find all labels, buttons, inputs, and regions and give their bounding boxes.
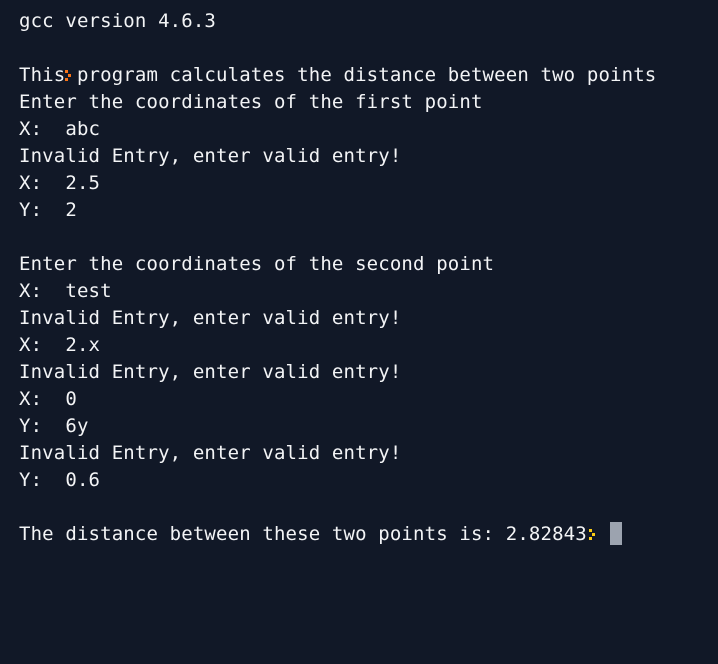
terminal-window[interactable]: gcc version 4.6.3 This program calculate… [0,0,718,606]
output-line: Y: 2 [19,199,77,221]
output-line: X: 2.x [19,334,101,356]
output-line: Invalid Entry, enter valid entry! [19,307,402,329]
text-cursor[interactable] [609,521,622,545]
result-line: The distance between these two points is… [19,521,718,548]
output-line: X: 0 [19,388,77,410]
output-line: Invalid Entry, enter valid entry! [19,361,402,383]
output-line: Invalid Entry, enter valid entry! [19,442,402,464]
output-line: Enter the coordinates of the second poin… [19,253,495,275]
result-text: The distance between these two points is… [19,523,587,545]
output-line: X: test [19,280,112,302]
output-line: Y: 0.6 [19,469,101,491]
prompt-arrow-icon [588,529,598,540]
output-line: This program calculates the distance bet… [19,64,657,86]
prompt-line [19,35,718,81]
prompt-arrow-icon [65,70,74,81]
compiler-version-line: gcc version 4.6.3 [19,10,217,32]
output-line: Y: 6y [19,415,89,437]
